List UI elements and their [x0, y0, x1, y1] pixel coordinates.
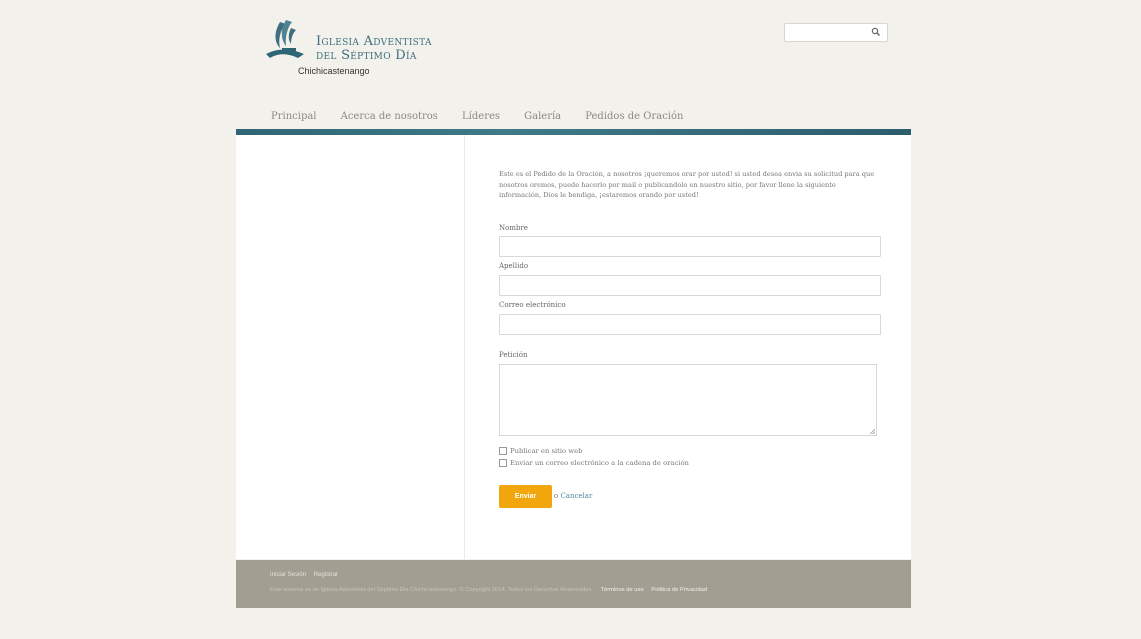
email-field[interactable] — [499, 314, 881, 335]
nav-item-lideres[interactable]: Líderes — [462, 111, 500, 122]
email-chain-checkbox-row[interactable]: Enviar un correo electrónico a la cadena… — [499, 459, 689, 467]
footer-register-link[interactable]: Registrar — [314, 572, 338, 578]
form-intro-text: Este es el Pedido de la Oración, a nosot… — [499, 170, 875, 199]
cancel-link[interactable]: Cancelar — [560, 492, 592, 500]
cancel-wrapper: o Cancelar — [554, 492, 592, 500]
nav-item-acerca[interactable]: Acerca de nosotros — [341, 111, 438, 122]
search-input[interactable] — [785, 28, 869, 44]
logo-line-1: Iglesia Adventista — [316, 34, 432, 49]
prayer-request-form: Este es el Pedido de la Oración, a nosot… — [499, 135, 881, 559]
apellido-label: Apellido — [499, 262, 529, 270]
adventist-logo-icon — [266, 20, 304, 58]
publish-checkbox-label: Publicar en sitio web — [510, 447, 583, 455]
terms-link[interactable]: Términos de uso — [600, 587, 643, 593]
logo-location: Chichicastenango — [298, 66, 370, 76]
search-icon[interactable] — [870, 26, 882, 38]
peticion-label: Petición — [499, 351, 528, 359]
sidebar — [236, 135, 465, 559]
nav-item-galeria[interactable]: Galería — [524, 111, 561, 122]
page-wrapper: Iglesia Adventista del Séptimo Día Chich… — [236, 0, 911, 639]
footer-copyright: Este sistema es de Iglesia Adventista de… — [270, 587, 707, 593]
content-area: Este es el Pedido de la Oración, a nosot… — [236, 135, 911, 559]
copyright-text: Este sistema es de Iglesia Adventista de… — [270, 587, 593, 593]
logo-line-2: del Séptimo Día — [316, 48, 417, 63]
publish-checkbox[interactable] — [499, 447, 507, 455]
nav-item-principal[interactable]: Principal — [271, 111, 317, 122]
apellido-field[interactable] — [499, 275, 881, 296]
site-footer: Iniciar Sesión Registrar Este sistema es… — [236, 560, 911, 608]
footer-login-link[interactable]: Iniciar Sesión — [270, 572, 306, 578]
church-logo[interactable]: Iglesia Adventista del Séptimo Día Chich… — [264, 18, 484, 78]
nombre-label: Nombre — [499, 224, 528, 232]
nombre-field[interactable] — [499, 236, 881, 257]
main-navigation: Principal Acerca de nosotros Líderes Gal… — [271, 104, 702, 122]
resize-grip-icon[interactable] — [869, 428, 875, 434]
privacy-link[interactable]: Política de Privacidad — [651, 587, 707, 593]
cancel-prefix: o — [554, 492, 559, 500]
footer-links: Iniciar Sesión Registrar — [270, 572, 344, 578]
submit-button[interactable]: Enviar — [499, 485, 552, 508]
email-label: Correo electrónico — [499, 301, 566, 309]
email-chain-checkbox-label: Enviar un correo electrónico a la cadena… — [510, 459, 689, 467]
publish-checkbox-row[interactable]: Publicar en sitio web — [499, 447, 583, 455]
search-box — [784, 23, 888, 44]
nav-item-pedidos-oracion[interactable]: Pedidos de Oración — [585, 111, 683, 122]
email-chain-checkbox[interactable] — [499, 459, 507, 467]
site-header: Iglesia Adventista del Séptimo Día Chich… — [236, 0, 911, 128]
peticion-textarea[interactable] — [499, 364, 877, 436]
